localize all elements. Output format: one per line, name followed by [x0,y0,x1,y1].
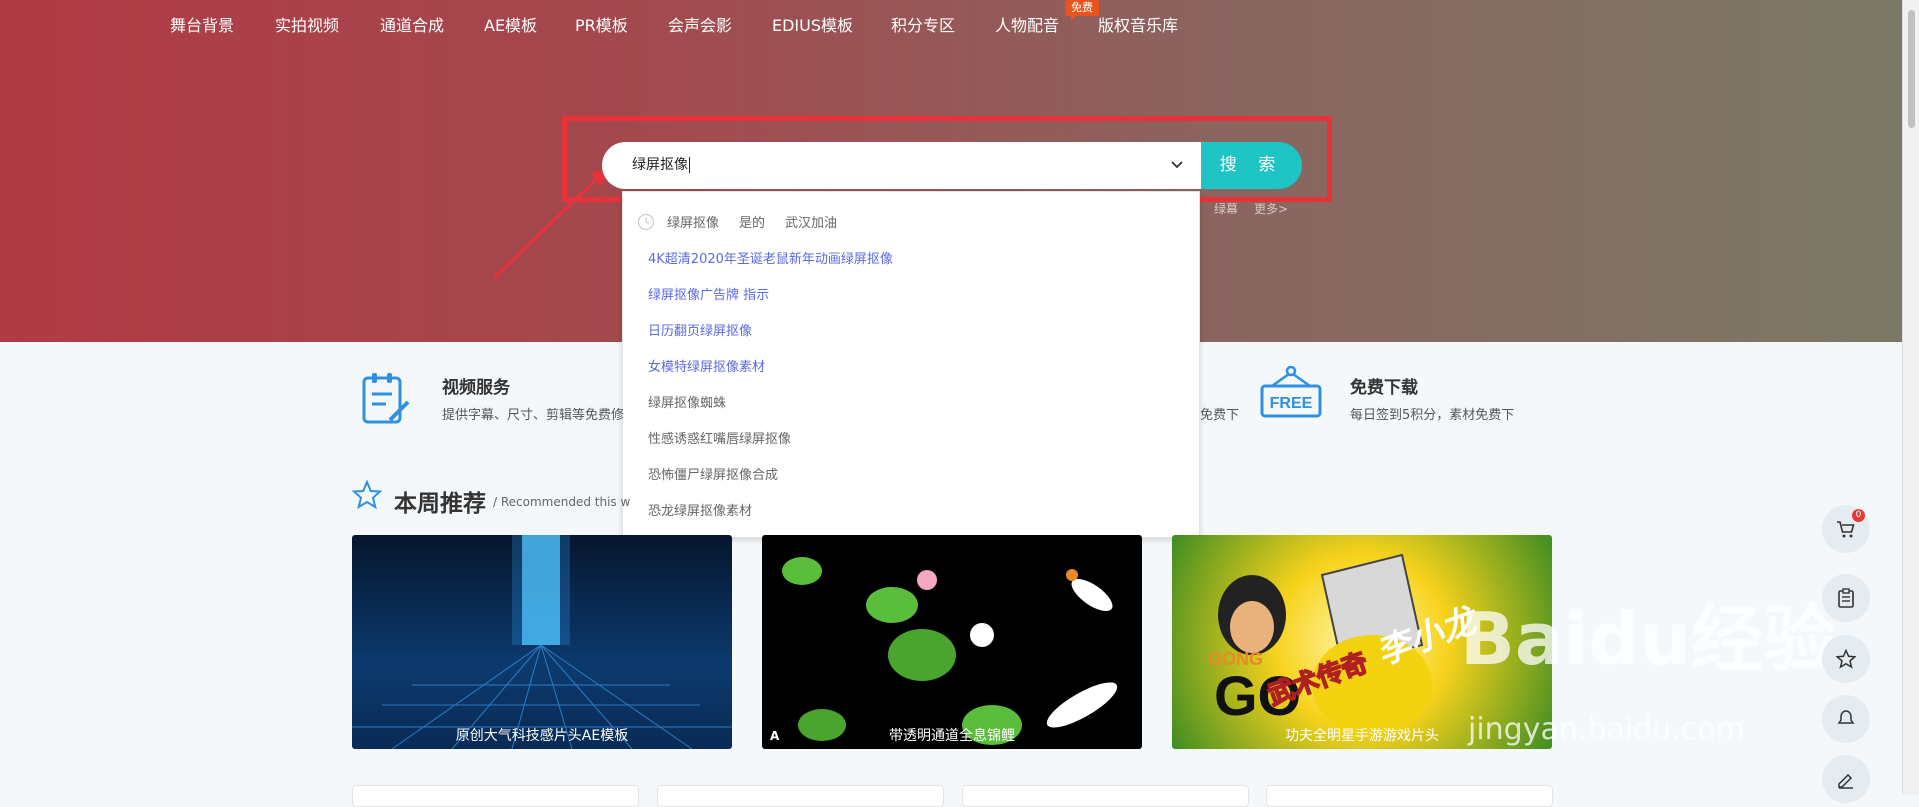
clipboard-button[interactable] [1822,574,1870,622]
video-card[interactable]: A 带透明通道全息锦鲤 [762,535,1142,749]
clipboard-icon [1838,588,1854,608]
suggestion-item[interactable]: 日历翻页绿屏抠像 [648,320,752,339]
weekly-title: 本周推荐 [394,491,486,517]
free-sign-icon: FREE [1260,366,1322,418]
history-item[interactable]: 是的 [739,212,765,231]
video-card[interactable]: 原创大气科技感片头AE模板 [352,535,732,749]
suggestion-item[interactable]: 女模特绿屏抠像素材 [648,356,765,375]
baidu-watermark: Baidu经验 [1460,597,1835,681]
nav-item-channel-compositing[interactable]: 通道合成 [380,12,444,36]
chat-icon [1837,710,1855,724]
suggestion-item[interactable]: 4K超清2020年圣诞老鼠新年动画绿屏抠像 [648,248,893,267]
suggestion-item[interactable]: 恐怖僵尸绿屏抠像合成 [648,464,778,483]
nav-item-pr-templates[interactable]: PR模板 [575,12,628,36]
nav-item-edius-templates[interactable]: EDIUS模板 [772,12,853,36]
nav-item-live-video[interactable]: 实拍视频 [275,12,339,36]
suggestion-item[interactable]: 恐龙绿屏抠像素材 [648,500,752,519]
svg-text:FREE: FREE [1270,395,1313,412]
chevron-down-icon[interactable] [1170,158,1184,172]
nav-item-huisheng-huiying[interactable]: 会声会影 [668,12,732,36]
service-desc: 提供字幕、尺寸、剪辑等免费修 [442,408,625,423]
star-icon [1836,649,1856,669]
card-placeholder [657,785,944,807]
suggestion-item[interactable]: 绿屏抠像广告牌 指示 [648,284,769,303]
history-item[interactable]: 武汉加油 [785,212,837,231]
service-title: 免费下载 [1350,378,1418,398]
card-placeholder [352,785,639,807]
cart-count-badge: 0 [1852,509,1865,522]
card-thumbnail-koi [782,557,1118,745]
card-caption: 原创大气科技感片头AE模板 [455,728,629,744]
service-title: 视频服务 [442,378,510,398]
text-caret [689,157,690,173]
card-caption: 带透明通道全息锦鲤 [889,728,1015,744]
cart-button[interactable]: 0 [1822,505,1870,553]
hot-tag-more[interactable]: 更多> [1254,200,1288,217]
nav-item-stage-background[interactable]: 舞台背景 [170,12,234,36]
search-button[interactable]: 搜 索 [1201,142,1302,189]
clock-icon [637,213,655,230]
search-input[interactable]: 绿屏抠像 [602,142,1202,189]
search-input-value: 绿屏抠像 [632,157,688,173]
search-history-row: 绿屏抠像 是的 武汉加油 [637,212,857,231]
card-overlay-text: GONG [1208,649,1263,669]
hot-tag[interactable]: 绿幕 [1214,200,1238,217]
baidu-watermark-url: jingyan.baidu.com [1468,712,1745,747]
search-suggestions-dropdown: 绿屏抠像 是的 武汉加油 4K超清2020年圣诞老鼠新年动画绿屏抠像 绿屏抠像广… [622,191,1200,538]
card-placeholder [962,785,1249,807]
suggestion-item[interactable]: 性感诱惑红嘴唇绿屏抠像 [648,428,791,447]
page-scrollbar[interactable] [1902,0,1919,795]
service-desc: 免费下 [1200,408,1240,423]
nav-item-voice-dubbing[interactable]: 人物配音 [995,12,1059,36]
weekly-recommend-header: 本周推荐 / Recommended this w [351,479,630,517]
edit-icon [1838,773,1853,789]
search-bar: 绿屏抠像 搜 索 [602,142,1302,189]
scrollbar-thumb[interactable] [1908,10,1915,128]
star-outline-icon [351,479,383,510]
history-item[interactable]: 绿屏抠像 [667,212,719,231]
nav-item-music-library[interactable]: 版权音乐库 [1098,12,1178,36]
suggestion-item[interactable]: 绿屏抠像蜘蛛 [648,392,726,411]
nav-item-ae-templates[interactable]: AE模板 [484,12,537,36]
nav-item-points-zone[interactable]: 积分专区 [891,12,955,36]
card-thumbnail-tech [352,535,732,749]
weekly-subtitle: / Recommended this w [493,495,631,509]
free-badge: 免费 [1065,0,1099,21]
service-desc: 每日签到5积分，素材免费下 [1350,408,1515,423]
favorite-button[interactable] [1822,635,1870,683]
chat-button[interactable] [1822,695,1870,743]
clipboard-edit-icon [362,373,410,424]
edit-button[interactable] [1822,755,1870,803]
card-placeholder [1266,785,1553,807]
cart-icon [1837,521,1855,538]
top-nav: 舞台背景 实拍视频 通道合成 AE模板 PR模板 会声会影 EDIUS模板 积分… [0,0,1902,44]
